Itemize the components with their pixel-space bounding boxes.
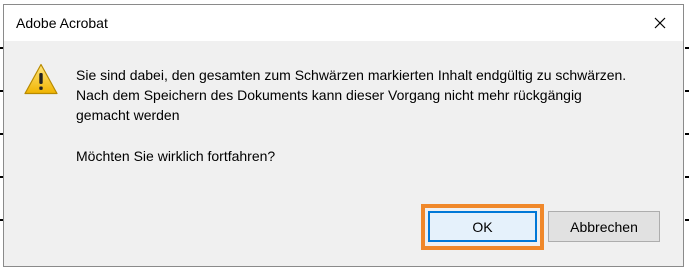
warning-icon (24, 63, 58, 95)
close-icon (654, 17, 666, 29)
ok-button[interactable]: OK (428, 211, 537, 242)
cancel-button[interactable]: Abbrechen (548, 211, 660, 242)
background-line (685, 219, 689, 221)
message-line: gemacht werden (76, 107, 180, 123)
close-button[interactable] (637, 5, 683, 41)
message-text: Sie sind dabei, den gesamten zum Schwärz… (76, 65, 656, 125)
confirmation-question: Möchten Sie wirklich fortfahren? (76, 148, 276, 164)
background-line (685, 47, 689, 49)
title-bar[interactable]: Adobe Acrobat (4, 5, 683, 41)
background-line (685, 90, 689, 92)
message-line: Sie sind dabei, den gesamten zum Schwärz… (76, 67, 627, 83)
window-title: Adobe Acrobat (16, 15, 108, 31)
message-line: Nach dem Speichern des Dokuments kann di… (76, 87, 582, 103)
background-line (685, 133, 689, 135)
background-line (685, 176, 689, 178)
